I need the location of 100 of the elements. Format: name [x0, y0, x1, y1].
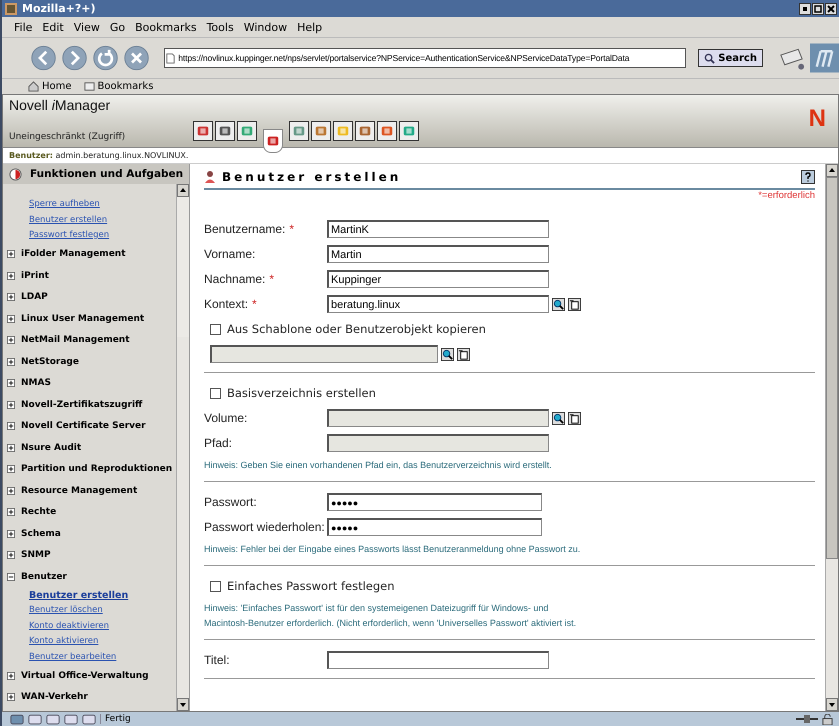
- category-item[interactable]: Linux User Management: [21, 314, 144, 324]
- toolbar-button[interactable]: [311, 121, 331, 141]
- menu-item[interactable]: Go: [110, 20, 126, 34]
- roles-tab[interactable]: [263, 129, 283, 153]
- task-link[interactable]: Benutzer erstellen: [3, 212, 176, 228]
- addressbook-icon[interactable]: [64, 714, 78, 724]
- input-field[interactable]: Kuppinger: [327, 270, 549, 288]
- toolbar-button[interactable]: [237, 121, 257, 141]
- task-link[interactable]: Benutzer löschen: [3, 603, 176, 618]
- task-link[interactable]: Benutzer erstellen: [3, 588, 176, 603]
- scroll-down-icon[interactable]: [177, 698, 189, 711]
- category-item[interactable]: Benutzer: [21, 572, 67, 582]
- menu-item[interactable]: File: [14, 20, 32, 34]
- task-link[interactable]: Sperre aufheben: [3, 197, 176, 212]
- address-field[interactable]: https://novlinux.kuppinger.net/nps/servlet/portalservice?NPService=AuthenticationService&NPServiceDataType=PortalData: [164, 48, 686, 68]
- scroll-up-icon[interactable]: [177, 184, 189, 197]
- expand-icon[interactable]: [7, 422, 15, 430]
- forward-icon[interactable]: [61, 44, 88, 72]
- checkbox[interactable]: [210, 388, 221, 398]
- expand-icon[interactable]: [7, 508, 15, 516]
- category-item[interactable]: Rechte: [21, 507, 56, 518]
- expand-icon[interactable]: [7, 358, 15, 366]
- toolbar-button[interactable]: [193, 121, 213, 141]
- checkbox[interactable]: [210, 580, 221, 592]
- category-item[interactable]: Nsure Audit: [21, 442, 82, 453]
- expand-icon[interactable]: [7, 672, 15, 680]
- category-item[interactable]: LDAP: [21, 292, 48, 302]
- expand-icon[interactable]: [7, 379, 15, 388]
- expand-icon[interactable]: [7, 530, 15, 538]
- history-icon[interactable]: [568, 412, 581, 424]
- search-button[interactable]: Search: [698, 49, 763, 67]
- task-link[interactable]: Konto aktivieren: [3, 634, 176, 650]
- category-item[interactable]: iFolder Management: [21, 249, 126, 260]
- category-item[interactable]: Partition und Reproduktionen: [21, 464, 172, 474]
- expand-icon[interactable]: [7, 551, 15, 560]
- category-item[interactable]: NetMail Management: [21, 335, 130, 346]
- menu-item[interactable]: Edit: [42, 20, 64, 34]
- category-item[interactable]: Resource Management: [21, 486, 138, 496]
- menu-item[interactable]: View: [74, 20, 100, 34]
- input-field[interactable]: MartinK: [327, 220, 549, 238]
- expand-icon[interactable]: [7, 486, 15, 495]
- chat-icon[interactable]: [82, 714, 96, 724]
- scrollbar[interactable]: [825, 164, 838, 711]
- input-field[interactable]: [327, 651, 549, 669]
- toolbar-button[interactable]: [333, 121, 353, 141]
- mail-icon[interactable]: [28, 714, 42, 724]
- category-item[interactable]: SNMP: [21, 550, 51, 560]
- scrollbar-thumb[interactable]: [826, 177, 838, 559]
- menu-item[interactable]: Help: [297, 20, 322, 34]
- scroll-up-icon[interactable]: [826, 164, 838, 177]
- expand-icon[interactable]: [7, 693, 15, 702]
- input-field[interactable]: ●●●●●: [327, 518, 542, 536]
- expand-icon[interactable]: [7, 272, 15, 280]
- expand-icon[interactable]: [7, 336, 15, 344]
- task-link[interactable]: Konto deaktivieren: [3, 618, 176, 634]
- toolbar-button[interactable]: [215, 121, 235, 141]
- composer-icon[interactable]: [46, 714, 60, 724]
- input-field[interactable]: Martin: [327, 245, 549, 263]
- category-item[interactable]: Novell-Zertifikatszugriff: [21, 400, 142, 410]
- maximize-icon[interactable]: [812, 2, 824, 14]
- home-link[interactable]: Home: [28, 81, 72, 92]
- menu-item[interactable]: Bookmarks: [135, 20, 197, 34]
- minimize-icon[interactable]: [799, 2, 811, 14]
- toolbar-button[interactable]: [355, 121, 375, 141]
- category-item[interactable]: Virtual Office-Verwaltung: [21, 670, 149, 681]
- history-icon[interactable]: [457, 348, 470, 360]
- input-field[interactable]: beratung.linux: [327, 295, 549, 313]
- category-item[interactable]: Schema: [21, 528, 61, 539]
- category-item[interactable]: WAN-Verkehr: [21, 692, 88, 702]
- scroll-down-icon[interactable]: [826, 698, 838, 711]
- task-link[interactable]: Benutzer bearbeiten: [3, 650, 176, 665]
- expand-icon[interactable]: [7, 465, 15, 474]
- mozilla-icon[interactable]: [10, 714, 24, 724]
- stop-icon[interactable]: [123, 44, 150, 72]
- menu-item[interactable]: Window: [244, 20, 288, 34]
- back-icon[interactable]: [30, 44, 58, 72]
- input-field[interactable]: ●●●●●: [327, 493, 542, 511]
- reload-icon[interactable]: [92, 44, 120, 72]
- toolbar-button[interactable]: [399, 121, 419, 141]
- category-item[interactable]: NetStorage: [21, 356, 79, 367]
- checkbox[interactable]: [210, 324, 221, 334]
- task-link[interactable]: Passwort festlegen: [3, 228, 176, 244]
- search-icon[interactable]: [552, 298, 565, 310]
- expand-icon[interactable]: [7, 400, 15, 409]
- expand-icon[interactable]: [7, 293, 15, 302]
- history-icon[interactable]: [568, 298, 581, 310]
- toolbar-button[interactable]: [377, 121, 397, 141]
- collapse-icon[interactable]: [7, 572, 15, 581]
- expand-icon[interactable]: [7, 444, 15, 452]
- expand-icon[interactable]: [7, 250, 15, 258]
- menu-item[interactable]: Tools: [206, 20, 234, 34]
- toolbar-button[interactable]: [289, 121, 309, 141]
- scrollbar-thumb[interactable]: [177, 197, 189, 337]
- category-item[interactable]: iPrint: [21, 270, 49, 281]
- close-icon[interactable]: [825, 2, 837, 14]
- bookmarks-link[interactable]: Bookmarks: [84, 81, 154, 92]
- expand-icon[interactable]: [7, 314, 15, 323]
- scrollbar[interactable]: [176, 184, 189, 711]
- mozilla-logo-icon[interactable]: [810, 43, 839, 73]
- category-item[interactable]: NMAS: [21, 378, 51, 388]
